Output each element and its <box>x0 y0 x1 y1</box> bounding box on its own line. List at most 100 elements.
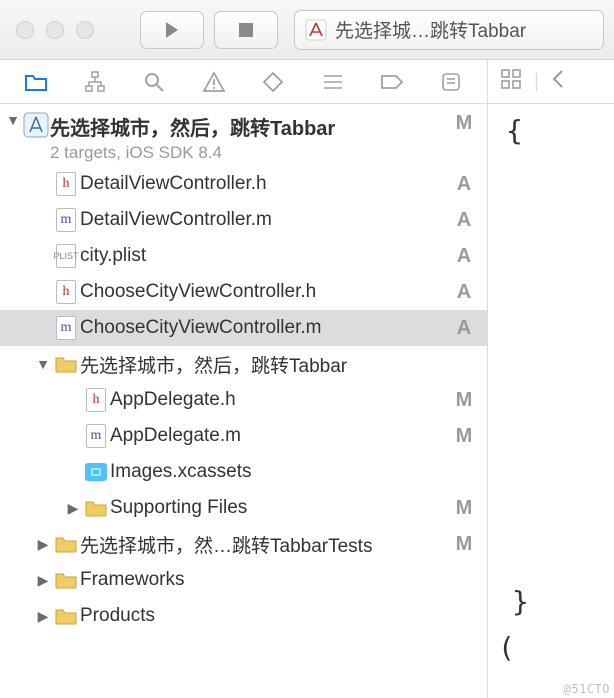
zoom-window-icon[interactable] <box>76 21 94 39</box>
scheme-selector[interactable]: 先选择城…跳转Tabbar <box>294 10 604 50</box>
tab-debug-navigator[interactable] <box>315 64 351 100</box>
assets-icon <box>82 463 110 481</box>
project-name: 先选择城市，然后，跳转Tabbar <box>50 112 451 141</box>
tree-folder[interactable]: ▶ Frameworks <box>0 562 487 598</box>
tree-item-label: DetailViewController.h <box>80 173 451 195</box>
tree-folder[interactable]: ▶ Products <box>0 598 487 634</box>
tree-file[interactable]: hDetailViewController.hA <box>0 166 487 202</box>
tree-item-label: DetailViewController.m <box>80 209 451 231</box>
scheme-label: 先选择城…跳转Tabbar <box>335 16 526 43</box>
warning-icon <box>202 71 226 93</box>
disclosure-triangle-icon[interactable]: ▶ <box>64 500 82 517</box>
tab-find-navigator[interactable] <box>136 64 172 100</box>
folder-icon <box>52 355 80 373</box>
minimize-window-icon[interactable] <box>46 21 64 39</box>
code-text: ( <box>498 631 515 664</box>
file-icon: m <box>82 424 110 448</box>
file-icon: h <box>52 172 80 196</box>
editor-jump-bar: | <box>488 60 614 104</box>
chevron-left-icon <box>551 69 565 89</box>
hierarchy-icon <box>84 71 106 93</box>
tab-breakpoint-navigator[interactable] <box>374 64 410 100</box>
disclosure-triangle-icon[interactable]: ▶ <box>34 536 52 553</box>
app-icon <box>305 19 327 41</box>
diamond-icon <box>262 71 284 93</box>
scm-status: A <box>451 317 477 340</box>
scm-status: M <box>451 389 477 412</box>
code-text: } <box>512 585 529 618</box>
disclosure-triangle-icon[interactable]: ▼ <box>4 112 22 128</box>
window-controls <box>16 21 94 39</box>
scm-status: A <box>451 209 477 232</box>
code-text: { <box>506 114 523 147</box>
tree-item-label: Products <box>80 605 451 627</box>
folder-icon <box>82 499 110 517</box>
run-button[interactable] <box>140 11 204 49</box>
folder-icon <box>52 607 80 625</box>
tree-item-label: AppDelegate.m <box>110 425 451 447</box>
tree-item-label: city.plist <box>80 245 451 267</box>
tree-item-label: Supporting Files <box>110 497 451 519</box>
tree-item-label: Images.xcassets <box>110 461 451 483</box>
tree-file[interactable]: mChooseCityViewController.mA <box>0 310 487 346</box>
tree-item-label: 先选择城市，然后，跳转Tabbar <box>80 351 451 378</box>
run-stop-group <box>140 11 278 49</box>
tree-item-label: ChooseCityViewController.h <box>80 281 451 303</box>
tree-file[interactable]: PLISTcity.plistA <box>0 238 487 274</box>
scm-status: M <box>451 425 477 448</box>
file-icon: m <box>52 316 80 340</box>
tree-item-label: ChooseCityViewController.m <box>80 317 451 339</box>
tab-symbol-navigator[interactable] <box>77 64 113 100</box>
tree-folder[interactable]: ▶ 先选择城市，然…跳转TabbarTestsM <box>0 526 487 562</box>
stop-button[interactable] <box>214 11 278 49</box>
log-icon <box>440 72 462 92</box>
tree-file[interactable]: Images.xcassets <box>0 454 487 490</box>
tree-item-label: Frameworks <box>80 569 451 591</box>
scm-status: A <box>451 281 477 304</box>
file-icon: h <box>52 280 80 304</box>
file-icon: m <box>52 208 80 232</box>
project-subtitle: 2 targets, iOS SDK 8.4 <box>50 143 451 163</box>
project-label: 先选择城市，然后，跳转Tabbar 2 targets, iOS SDK 8.4 <box>50 112 451 163</box>
gauge-icon <box>322 72 344 92</box>
tab-test-navigator[interactable] <box>255 64 291 100</box>
scm-status: A <box>451 245 477 268</box>
back-button[interactable] <box>551 69 565 95</box>
scm-status: A <box>451 173 477 196</box>
disclosure-triangle-icon[interactable]: ▶ <box>34 608 52 625</box>
xcode-project-icon <box>22 112 50 138</box>
disclosure-triangle-icon[interactable]: ▼ <box>34 356 52 372</box>
navigator-tabs <box>0 60 487 104</box>
scm-status: M <box>451 533 477 556</box>
file-icon: PLIST <box>52 244 80 268</box>
tree-project-root[interactable]: ▼ 先选择城市，然后，跳转Tabbar 2 targets, iOS SDK 8… <box>0 108 487 166</box>
project-navigator: ▼ 先选择城市，然后，跳转Tabbar 2 targets, iOS SDK 8… <box>0 60 488 698</box>
tree-item-label: AppDelegate.h <box>110 389 451 411</box>
folder-icon <box>24 72 48 92</box>
tree-file[interactable]: mDetailViewController.mA <box>0 202 487 238</box>
tree-file[interactable]: hAppDelegate.hM <box>0 382 487 418</box>
breakpoint-icon <box>380 74 404 90</box>
close-window-icon[interactable] <box>16 21 34 39</box>
tab-issue-navigator[interactable] <box>196 64 232 100</box>
watermark: @51CTO <box>564 682 610 696</box>
tree-folder[interactable]: ▼ 先选择城市，然后，跳转Tabbar <box>0 346 487 382</box>
search-icon <box>143 71 165 93</box>
tree-folder[interactable]: ▶ Supporting FilesM <box>0 490 487 526</box>
window-toolbar: 先选择城…跳转Tabbar <box>0 0 614 60</box>
tree-item-label: 先选择城市，然…跳转TabbarTests <box>80 531 451 558</box>
folder-icon <box>52 535 80 553</box>
scm-status: M <box>451 112 477 135</box>
disclosure-triangle-icon[interactable]: ▶ <box>34 572 52 589</box>
code-editor[interactable]: { } ( @51CTO <box>488 104 614 698</box>
tree-file[interactable]: mAppDelegate.mM <box>0 418 487 454</box>
tab-report-navigator[interactable] <box>433 64 469 100</box>
editor-pane: | { } ( @51CTO <box>488 60 614 698</box>
related-items-icon[interactable] <box>500 68 522 96</box>
tree-file[interactable]: hChooseCityViewController.hA <box>0 274 487 310</box>
scm-status: M <box>451 497 477 520</box>
tab-project-navigator[interactable] <box>18 64 54 100</box>
file-tree: ▼ 先选择城市，然后，跳转Tabbar 2 targets, iOS SDK 8… <box>0 104 487 698</box>
main-area: ▼ 先选择城市，然后，跳转Tabbar 2 targets, iOS SDK 8… <box>0 60 614 698</box>
folder-icon <box>52 571 80 589</box>
